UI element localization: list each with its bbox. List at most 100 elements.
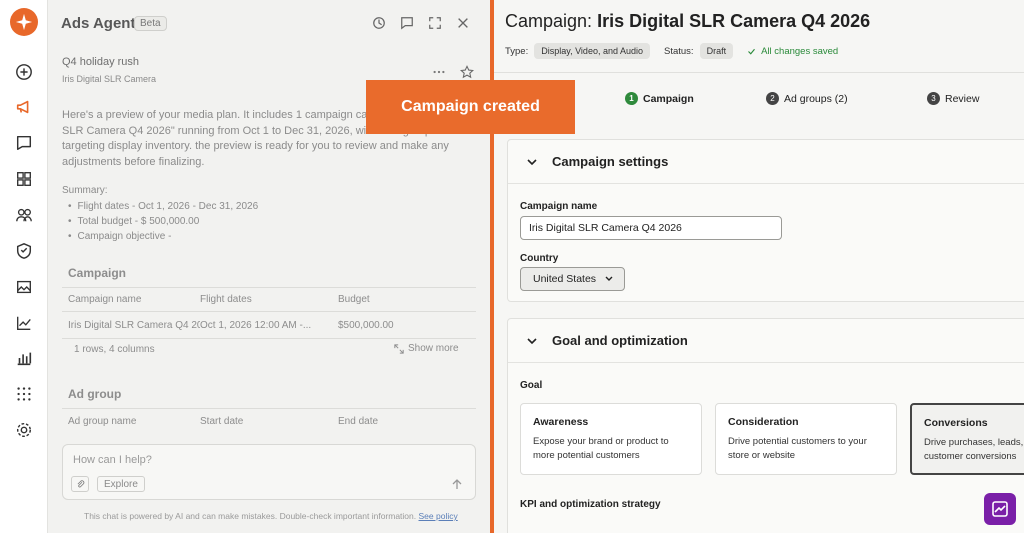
step-number: 2 — [766, 92, 779, 105]
goal-optimization-card: Goal and optimization Goal Awareness Exp… — [507, 318, 1024, 533]
table-header-row: Ad group name Start date End date — [62, 409, 476, 433]
brand-safety-icon[interactable] — [12, 239, 36, 263]
new-chat-icon[interactable] — [398, 14, 416, 32]
step-review[interactable]: 3 Review — [927, 92, 979, 105]
column-header: Start date — [200, 415, 244, 427]
status-badge: Draft — [699, 43, 734, 59]
check-icon — [748, 48, 756, 55]
saved-text: All changes saved — [761, 45, 839, 57]
goal-description: Drive potential customers to your store … — [728, 436, 867, 461]
chevron-down-icon — [527, 158, 537, 165]
step-label: Campaign — [643, 92, 694, 105]
campaign-name-label: Campaign name — [520, 201, 598, 212]
chevron-down-icon — [527, 337, 537, 344]
adgroup-table: Ad group name Start date End date — [62, 408, 476, 433]
campaign-settings-card: Campaign settings Campaign name Country … — [507, 139, 1024, 302]
table-cell: Oct 1, 2026 12:00 AM -... — [200, 319, 312, 331]
chat-header: Ads Agent Beta — [48, 0, 490, 46]
column-header: Budget — [338, 294, 370, 305]
kpi-label: KPI and optimization strategy — [520, 499, 661, 510]
save-status: All changes saved — [747, 46, 838, 57]
goal-description: Drive purchases, leads, and other custom… — [924, 437, 1024, 462]
send-icon[interactable] — [451, 478, 463, 490]
conversation-title: Q4 holiday rush — [62, 56, 140, 68]
campaign-name-input[interactable] — [520, 216, 782, 240]
campaign-settings-header[interactable]: Campaign settings — [508, 140, 1024, 184]
history-icon[interactable] — [370, 14, 388, 32]
see-policy-link[interactable]: See policy — [419, 511, 458, 521]
country-label: Country — [520, 253, 559, 264]
column-header: Campaign name — [68, 294, 142, 305]
app-logo-icon[interactable] — [10, 8, 38, 36]
left-nav-rail — [0, 0, 48, 533]
conversation-subtitle: Iris Digital SLR Camera — [62, 74, 157, 84]
type-chip: Display, Video, and Audio — [534, 43, 650, 59]
campaign-table: Campaign name Flight dates Budget Iris D… — [62, 287, 476, 339]
campaign-created-toast: Campaign created — [366, 80, 575, 134]
type-label: Type: — [505, 45, 529, 57]
table-header-row: Campaign name Flight dates Budget — [62, 288, 476, 312]
chat-title: Ads Agent — [61, 15, 136, 32]
table-footer: 1 rows, 4 columns — [74, 344, 155, 355]
expand-icon[interactable] — [426, 14, 444, 32]
campaign-section-heading: Campaign — [68, 266, 127, 280]
column-header: End date — [338, 415, 379, 427]
goal-title: Awareness — [533, 416, 589, 428]
goal-label: Goal — [520, 380, 543, 391]
analytics-line-icon[interactable] — [12, 311, 36, 335]
explore-button[interactable]: Explore — [97, 476, 145, 492]
watermark-logo-icon — [984, 493, 1016, 525]
summary-item: Total budget - $ 500,000.00 — [68, 214, 258, 229]
reports-bar-icon[interactable] — [12, 346, 36, 370]
title-prefix: Campaign: — [505, 11, 593, 31]
goal-description: Expose your brand or product to more pot… — [533, 436, 669, 461]
disclaimer-text: This chat is powered by AI and can make … — [84, 511, 417, 521]
goal-option-consideration[interactable]: Consideration Drive potential customers … — [715, 403, 897, 475]
goal-title: Consideration — [728, 416, 799, 428]
step-label: Ad groups (2) — [784, 92, 848, 105]
creative-icon[interactable] — [12, 275, 36, 299]
table-row[interactable]: Iris Digital SLR Camera Q4 2026 Oct 1, 2… — [62, 312, 476, 339]
chat-input[interactable] — [73, 454, 413, 466]
apps-grid-icon[interactable] — [12, 382, 36, 406]
campaign-name-title: Iris Digital SLR Camera Q4 2026 — [597, 11, 871, 31]
status-label: Status: — [664, 45, 694, 57]
summary-item: Flight dates - Oct 1, 2026 - Dec 31, 202… — [68, 199, 259, 214]
chat-input-box: Explore — [62, 444, 476, 500]
dashboard-icon[interactable] — [12, 167, 36, 191]
settings-icon[interactable] — [12, 418, 36, 442]
attach-icon[interactable] — [71, 476, 89, 492]
chat-icon[interactable] — [12, 131, 36, 155]
column-header: Ad group name — [68, 415, 137, 427]
close-icon[interactable] — [454, 14, 472, 32]
campaign-megaphone-icon[interactable] — [12, 95, 36, 119]
star-icon[interactable] — [458, 63, 476, 81]
goal-option-awareness[interactable]: Awareness Expose your brand or product t… — [520, 403, 702, 475]
beta-badge: Beta — [134, 16, 167, 31]
audience-icon[interactable] — [12, 203, 36, 227]
summary-list: Flight dates - Oct 1, 2026 - Dec 31, 202… — [68, 199, 259, 244]
table-cell: Iris Digital SLR Camera Q4 2026 — [68, 319, 200, 331]
adgroup-section-heading: Ad group — [68, 387, 122, 401]
step-number: 3 — [927, 92, 940, 105]
step-label: Review — [945, 92, 980, 105]
goal-title: Conversions — [924, 417, 988, 429]
table-cell: $500,000.00 — [338, 319, 394, 331]
goal-optimization-header[interactable]: Goal and optimization — [508, 319, 1024, 363]
summary-item: Campaign objective - — [68, 229, 258, 244]
section-title: Campaign settings — [552, 154, 669, 169]
step-ad-groups[interactable]: 2 Ad groups (2) — [766, 92, 848, 105]
divider — [494, 72, 1024, 73]
country-select[interactable]: United States — [520, 267, 625, 291]
summary-label: Summary: — [62, 185, 108, 196]
column-header: Flight dates — [200, 294, 252, 305]
campaign-meta: Type: Display, Video, and Audio Status: … — [505, 43, 838, 59]
step-campaign[interactable]: 1 Campaign — [625, 92, 694, 105]
chevron-down-icon — [605, 276, 613, 281]
ai-disclaimer: This chat is powered by AI and can make … — [84, 511, 458, 521]
goal-option-conversions[interactable]: Conversions Drive purchases, leads, and … — [910, 403, 1024, 475]
more-options-icon[interactable] — [430, 63, 448, 81]
show-more-link[interactable]: Show more — [394, 343, 459, 354]
show-more-label: Show more — [408, 343, 459, 354]
new-icon[interactable] — [12, 60, 36, 84]
